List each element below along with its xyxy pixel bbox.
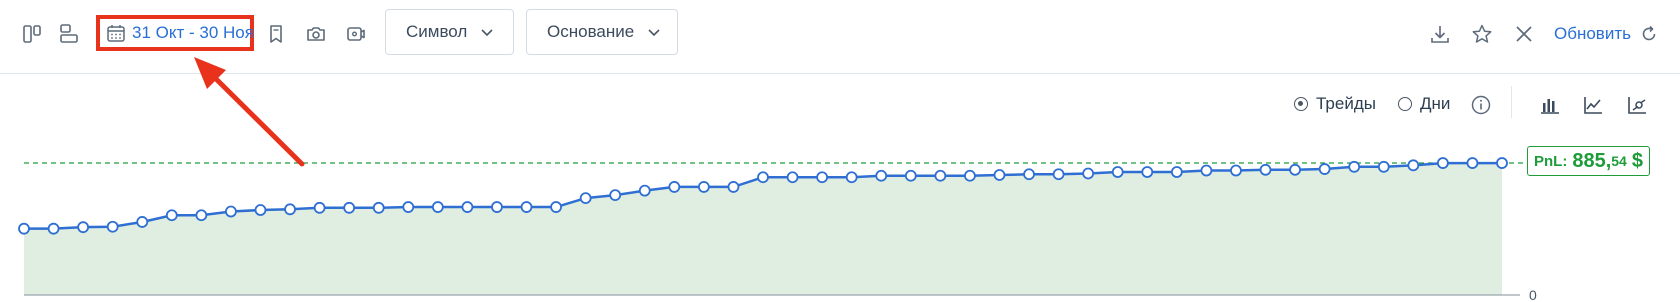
chart-point (225, 205, 237, 218)
line-chart-icon[interactable] (1579, 91, 1607, 119)
chart-point (668, 181, 681, 193)
chart-point (934, 169, 947, 182)
chart-point (1111, 166, 1124, 178)
pnl-label: PnL: (1534, 152, 1568, 170)
chart-point (904, 169, 917, 182)
chart-point (786, 171, 799, 184)
chart-point (757, 171, 769, 184)
trades-label: Трейды (1316, 94, 1376, 113)
chart-point (372, 201, 385, 214)
chart-point (254, 204, 267, 216)
chart-point (845, 171, 858, 184)
chart-point (343, 201, 356, 214)
chart-point (491, 201, 503, 213)
chart-point (1348, 160, 1361, 173)
radio-unselected-icon (1398, 97, 1412, 111)
chart-point (136, 216, 149, 228)
chart-point (638, 184, 651, 197)
chart-point (402, 201, 415, 213)
chart-point (697, 181, 710, 193)
pnl-currency: $ (1631, 149, 1643, 172)
chart-point (609, 189, 622, 202)
chart-point (284, 203, 296, 216)
chart-point (875, 169, 888, 182)
chart-point (18, 222, 30, 235)
chart-point (1259, 163, 1272, 176)
chart-point (1436, 157, 1449, 169)
chart-point (1466, 157, 1479, 169)
chart-point (195, 209, 208, 222)
chart-point (550, 201, 562, 213)
chart-point (1318, 163, 1331, 175)
pnl-badge: PnL: 885, 54 $ (1527, 146, 1650, 176)
chart-point (1023, 168, 1035, 181)
chart-point (1407, 159, 1420, 172)
chart-point (816, 171, 829, 184)
chart-point (1141, 166, 1154, 178)
chart-point (727, 181, 740, 193)
trades-radio[interactable]: Трейды (1294, 94, 1376, 114)
divider (1511, 86, 1512, 118)
pnl-value-int: 885, (1572, 149, 1612, 172)
days-label: Дни (1420, 94, 1451, 113)
chart-point (106, 220, 119, 233)
chart-point (1496, 157, 1508, 169)
chart-point (1052, 168, 1065, 181)
chart-point (1170, 166, 1183, 178)
chart-point (313, 201, 326, 214)
chart-point (1289, 163, 1301, 176)
chart-point (1082, 167, 1095, 180)
chart-point (1230, 164, 1242, 177)
chart-point (47, 222, 60, 235)
chart-point (1377, 160, 1390, 173)
chart-point (964, 169, 976, 182)
bar-chart-icon[interactable] (1536, 91, 1564, 119)
radio-selected-icon (1294, 97, 1308, 111)
chart-point (520, 201, 533, 213)
chart-point (165, 209, 178, 222)
days-radio[interactable]: Дни (1398, 94, 1450, 114)
scatter-chart-icon[interactable] (1623, 91, 1651, 119)
chart-point (77, 221, 90, 234)
info-icon[interactable] (1467, 91, 1495, 119)
chart-point (993, 169, 1006, 181)
chart-point (461, 201, 474, 213)
pnl-value-dec: 54 (1611, 153, 1627, 169)
y-zero-label: 0 (1529, 287, 1537, 302)
chart-point (431, 201, 444, 213)
chart-point (579, 192, 592, 205)
pnl-chart: 0 (18, 157, 1537, 302)
chart-point (1200, 164, 1213, 177)
